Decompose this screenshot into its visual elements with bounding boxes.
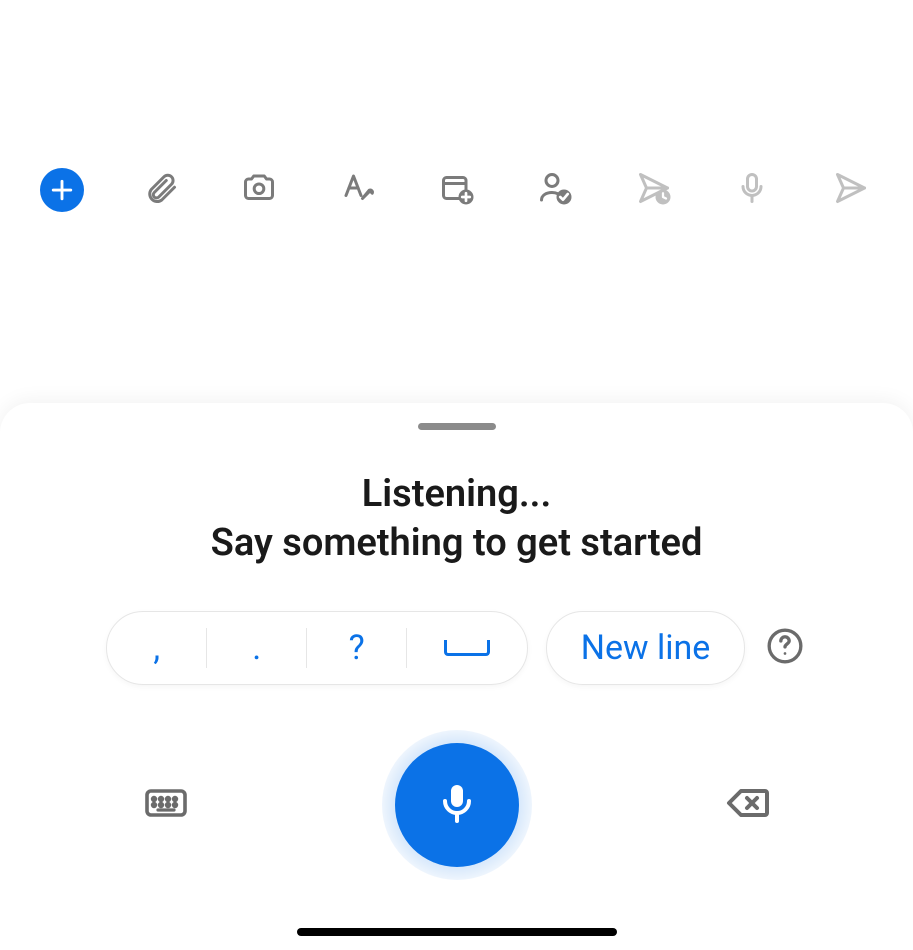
backspace-button[interactable] [721, 779, 773, 831]
keyboard-button[interactable] [140, 779, 192, 831]
status-title: Listening... [0, 470, 913, 519]
microphone-active-icon [433, 779, 481, 831]
mic-button-container [382, 730, 532, 880]
add-button[interactable] [40, 168, 84, 212]
camera-icon [241, 170, 277, 210]
new-line-button[interactable]: New line [546, 611, 746, 685]
format-text-button[interactable] [336, 168, 380, 212]
calendar-add-button[interactable] [435, 168, 479, 212]
send-later-button[interactable] [632, 168, 676, 212]
comma-button[interactable]: , [107, 612, 207, 684]
question-mark-button[interactable]: ? [307, 612, 407, 684]
dictation-panel: Listening... Say something to get starte… [0, 403, 913, 950]
status-subtitle: Say something to get started [0, 519, 913, 568]
contact-check-button[interactable] [533, 168, 577, 212]
camera-button[interactable] [237, 168, 281, 212]
send-icon [833, 170, 869, 210]
period-button[interactable]: . [207, 612, 307, 684]
home-indicator[interactable] [297, 928, 617, 936]
panel-grabber[interactable] [418, 423, 496, 430]
attach-button[interactable] [139, 168, 183, 212]
dictation-status: Listening... Say something to get starte… [0, 470, 913, 569]
microphone-active-button[interactable] [395, 743, 519, 867]
help-icon [765, 626, 805, 670]
calendar-add-icon [439, 170, 475, 210]
backspace-icon [723, 779, 771, 831]
space-button[interactable] [407, 612, 527, 684]
compose-toolbar [0, 162, 913, 218]
help-button[interactable] [763, 626, 807, 670]
contact-check-icon [537, 170, 573, 210]
microphone-toolbar-button[interactable] [730, 168, 774, 212]
keyboard-icon [142, 779, 190, 831]
paperclip-icon [143, 170, 179, 210]
space-icon [444, 640, 490, 656]
punctuation-group: , . ? [106, 611, 528, 685]
send-button[interactable] [829, 168, 873, 212]
format-text-icon [340, 170, 376, 210]
microphone-icon [734, 170, 770, 210]
send-later-icon [636, 170, 672, 210]
punctuation-row: , . ? New line [0, 611, 913, 685]
dictation-bottom-row [0, 730, 913, 880]
